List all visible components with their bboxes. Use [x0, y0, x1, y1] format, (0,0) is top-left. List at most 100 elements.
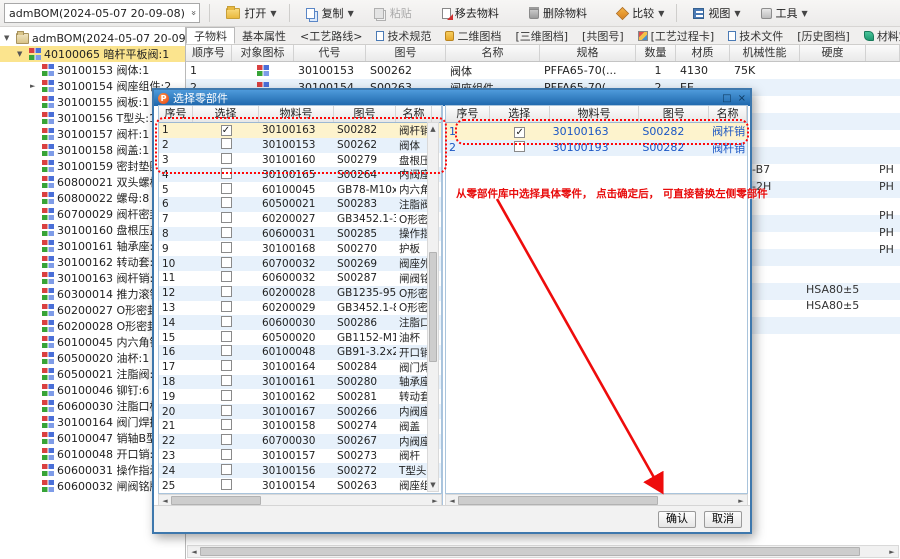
- table-row[interactable]: 12 60200028 GB1235-95x3.5 O形密封: [159, 285, 441, 301]
- checkbox[interactable]: [220, 404, 232, 416]
- column-header[interactable]: 规格: [540, 45, 636, 61]
- scroll-left-icon[interactable]: ◄: [188, 546, 200, 558]
- tabs-overflow-icon[interactable]: »: [888, 33, 898, 39]
- toolbar-button[interactable]: 移去物料 ▼: [431, 2, 516, 24]
- toolbar-button[interactable]: 删除物料 ▼: [518, 2, 604, 24]
- checkbox[interactable]: [220, 345, 232, 357]
- part-icon: [42, 272, 54, 284]
- checkbox[interactable]: [220, 315, 232, 327]
- table-row[interactable]: 11 60600032 S00287 闸阀铭牌: [159, 271, 441, 286]
- checkbox[interactable]: [220, 241, 232, 253]
- toolbar-button[interactable]: 打开 ▼: [215, 2, 283, 24]
- table-row[interactable]: 7 60200027 GB3452.1-37.5x3... O形密封: [159, 212, 441, 227]
- checkbox[interactable]: [220, 478, 232, 490]
- table-row[interactable]: 10 60700032 S00269 阀座外密: [159, 256, 441, 271]
- tree-expander-icon[interactable]: ▼: [4, 34, 13, 42]
- dialog-title: 选择零部件: [173, 92, 228, 105]
- tab[interactable]: 技术文件: [721, 27, 790, 44]
- table-row[interactable]: 5 60100045 GB78-M10x10 内六角锥: [159, 182, 441, 197]
- tab[interactable]: 子物料: [186, 27, 235, 44]
- column-header[interactable]: 名称: [446, 45, 540, 61]
- column-header[interactable]: 图号: [366, 45, 446, 61]
- checkbox[interactable]: [220, 212, 232, 224]
- table-row[interactable]: 19 30100162 S00281 转动套: [159, 389, 441, 404]
- checkbox[interactable]: [220, 360, 232, 372]
- checkbox[interactable]: [220, 286, 232, 298]
- checkbox[interactable]: [220, 463, 232, 475]
- table-row[interactable]: 18 30100161 S00280 轴承座: [159, 374, 441, 390]
- checkbox[interactable]: [220, 197, 232, 209]
- dialog-titlebar[interactable]: P 选择零部件 □ ×: [154, 90, 750, 106]
- part-icon: [42, 256, 54, 268]
- scroll-right-icon[interactable]: ►: [886, 546, 898, 558]
- detail-tabs: 子物料 基本属性 <工艺路线> 技术规范 二维图档 [三维图档] [共图号] […: [186, 27, 900, 45]
- table-row[interactable]: 15 60500020 GB1152-M10x1 油杯: [159, 330, 441, 345]
- table-row[interactable]: 25 30100154 S00263 阀座组件: [159, 478, 441, 493]
- checkbox[interactable]: [220, 271, 232, 283]
- table-row[interactable]: 21 30100158 S00274 阀盖: [159, 419, 441, 434]
- table-row[interactable]: 8 60600031 S00285 操作指示: [159, 226, 441, 242]
- tree-item[interactable]: ▼ 40100065 暗杆平板阀:1: [0, 46, 185, 62]
- table-row[interactable]: 6 60500021 S00283 注脂阀: [159, 196, 441, 212]
- scrollbar-thumb[interactable]: [200, 547, 860, 556]
- checkbox[interactable]: [220, 330, 232, 342]
- tab[interactable]: 技术规范: [369, 27, 438, 44]
- toolbar-button[interactable]: 粘贴 ▼: [363, 2, 429, 24]
- checkbox[interactable]: [220, 256, 232, 268]
- table-row[interactable]: 20 30100167 S00266 内阀座定: [159, 404, 441, 419]
- column-header[interactable]: 硬度: [800, 45, 866, 61]
- left-table-vertical-scrollbar[interactable]: ▲ ▼: [427, 122, 439, 492]
- checkbox[interactable]: [220, 419, 232, 431]
- column-header[interactable]: 对象图标: [232, 45, 294, 61]
- toolbar-button-icon: [529, 7, 540, 19]
- tree-expander-icon[interactable]: ▼: [17, 50, 26, 58]
- tab[interactable]: 二维图档: [438, 27, 508, 44]
- checkbox[interactable]: [220, 389, 232, 401]
- scrollbar-thumb[interactable]: [429, 252, 437, 362]
- cancel-button[interactable]: 取消: [704, 510, 742, 528]
- scrollbar-thumb[interactable]: [458, 496, 658, 505]
- checkbox[interactable]: [220, 182, 232, 194]
- toolbar-button[interactable]: 视图 ▼: [682, 2, 747, 24]
- column-header[interactable]: 材质: [676, 45, 730, 61]
- scrollbar-thumb[interactable]: [171, 496, 261, 505]
- scroll-down-icon[interactable]: ▼: [427, 479, 439, 491]
- table-row[interactable]: 23 30100157 S00273 阀杆: [159, 448, 441, 464]
- maximize-icon[interactable]: □: [722, 93, 731, 104]
- table-row[interactable]: 17 30100164 S00284 阀门焊接: [159, 360, 441, 375]
- table-row[interactable]: 13 60200029 GB3452.1-84.5x3... O形密封: [159, 300, 441, 316]
- table-row[interactable]: 14 60600030 S00286 注脂口标: [159, 315, 441, 331]
- column-header[interactable]: 代号: [294, 45, 366, 61]
- table-row[interactable]: 1 30100153 S00262 阀体 PFFA65-70(... 1 413…: [186, 62, 900, 79]
- tab[interactable]: [历史图档]: [790, 27, 857, 44]
- table-row[interactable]: 9 30100168 S00270 护板: [159, 241, 441, 256]
- checkbox[interactable]: [220, 374, 232, 386]
- tree-item-label: admBOM(2024-05-07 20-09-08): [32, 31, 185, 45]
- column-header[interactable]: 机械性能: [730, 45, 800, 61]
- tree-item[interactable]: 30100153 阀体:1: [0, 62, 185, 78]
- toolbar-button[interactable]: 复制 ▼: [295, 2, 361, 24]
- confirm-button[interactable]: 确认: [658, 510, 696, 528]
- table-row[interactable]: 24 30100156 S00272 T型头: [159, 463, 441, 479]
- column-header[interactable]: 顺序号: [186, 45, 232, 61]
- table-row[interactable]: 22 60700030 S00267 内阀座密: [159, 433, 441, 449]
- column-header[interactable]: 数量: [636, 45, 676, 61]
- tree-item[interactable]: ▼ admBOM(2024-05-07 20-09-08): [0, 30, 185, 46]
- checkbox[interactable]: [220, 448, 232, 460]
- bom-version-select[interactable]: admBOM(2024-05-07 20-09-08) »: [4, 3, 201, 23]
- tree-expander-icon[interactable]: ►: [30, 82, 39, 90]
- tab[interactable]: 基本属性: [235, 27, 293, 44]
- checkbox[interactable]: [220, 226, 232, 238]
- checkbox[interactable]: [220, 300, 232, 312]
- toolbar-buttons: 打开 ▼ 复制 ▼ 粘贴 ▼ 移去物料 ▼: [215, 2, 814, 24]
- close-icon[interactable]: ×: [738, 93, 746, 104]
- tab[interactable]: [工艺过程卡]: [631, 27, 722, 44]
- toolbar-button[interactable]: 工具 ▼: [750, 2, 815, 24]
- tab[interactable]: [共图号]: [575, 27, 631, 44]
- checkbox[interactable]: [220, 434, 232, 446]
- main-horizontal-scrollbar[interactable]: ◄ ►: [187, 545, 899, 558]
- tab[interactable]: [三维图档]: [508, 27, 575, 44]
- toolbar-button[interactable]: 比较 ▼: [606, 2, 671, 24]
- table-row[interactable]: 16 60100048 GB91-3.2x20 开口销: [159, 344, 441, 360]
- tab[interactable]: <工艺路线>: [293, 27, 369, 44]
